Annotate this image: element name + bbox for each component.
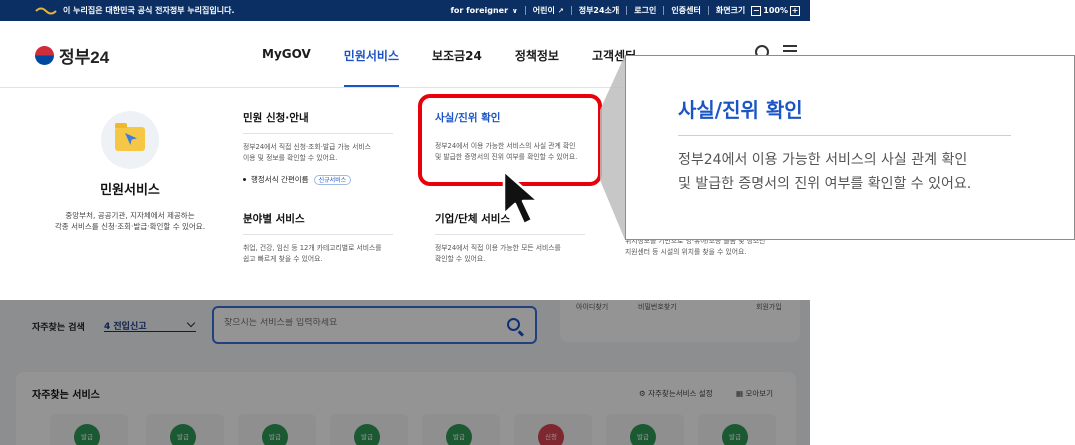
folder-icon (101, 111, 159, 169)
gov-banner: 이 누리집은 대한민국 공식 전자정부 누리집입니다. for foreigne… (0, 0, 810, 21)
callout-desc-line: 정부24에서 이용 가능한 서비스의 사실 관계 확인 (678, 152, 968, 168)
desc-line: 이용 및 정보를 확인할 수 있어요. (243, 154, 338, 162)
menu-col-description: 취업, 건강, 임신 등 12개 카테고리별로 서비스를 쉽고 빠르게 찾을 수… (243, 243, 408, 265)
menu-col-apply[interactable]: 민원 신청·안내 정부24에서 직접 신청·조회·발급 가능 서비스 이용 및 … (243, 110, 408, 185)
main-nav: MyGOV 민원서비스 보조금24 정책정보 고객센터 (262, 21, 669, 87)
menu-col-title[interactable]: 분야별 서비스 (243, 211, 393, 235)
bullet-icon (243, 178, 246, 181)
nav-civil-service[interactable]: 민원서비스 (343, 21, 400, 87)
chevron-down-icon: ∨ (512, 6, 518, 15)
desc-line: 정부24에서 직접 신청·조회·발급 가능 서비스 (243, 143, 371, 151)
utility-links: for foreigner ∨ 어린이 ↗ 정부24소개 로그인 인증센터 화면… (450, 0, 802, 21)
callout-description: 정부24에서 이용 가능한 서비스의 사실 관계 확인 및 발급한 증명서의 진… (678, 148, 1058, 196)
new-service-badge: 신규서비스 (313, 174, 352, 185)
nav-policy[interactable]: 정책정보 (515, 21, 559, 87)
desc-line: 취업, 건강, 임신 등 12개 카테고리별로 서비스를 (243, 244, 382, 252)
menu-col-category[interactable]: 분야별 서비스 취업, 건강, 임신 등 12개 카테고리별로 서비스를 쉽고 … (243, 211, 408, 265)
desc-line: 쉽고 빠르게 찾을 수 있어요. (243, 255, 323, 263)
form-link[interactable]: 행정서식 간편이름 신규서비스 (243, 174, 408, 185)
intro-desc-line: 중앙부처, 공공기관, 지자체에서 제공하는 (65, 211, 195, 220)
desc-line: 정부24에서 직접 이용 가능한 모든 서비스를 (435, 244, 561, 252)
auth-center-link[interactable]: 인증센터 (671, 5, 700, 16)
form-link-label: 행정서식 간편이름 (251, 175, 309, 184)
callout-divider (678, 135, 1011, 136)
menu-col-description: 정부24에서 직접 이용 가능한 모든 서비스를 확인할 수 있어요. (435, 243, 600, 265)
divider (570, 6, 572, 15)
page: 이 누리집은 대한민국 공식 전자정부 누리집입니다. for foreigne… (0, 0, 1075, 445)
gov-mark-icon (35, 7, 57, 14)
divider (707, 6, 709, 15)
kids-link[interactable]: 어린이 (533, 5, 555, 16)
menu-col-description: 정부24에서 직접 신청·조회·발급 가능 서비스 이용 및 정보를 확인할 수… (243, 142, 408, 164)
external-link-icon: ↗ (557, 6, 564, 15)
mouse-cursor-icon (502, 169, 540, 226)
brand-logo[interactable]: 정부24 (35, 43, 109, 68)
dim-overlay (0, 300, 810, 445)
desc-line: 지원센터 등 시설의 위치를 찾을 수 있어요. (625, 248, 747, 256)
desc-line: 확인할 수 있어요. (435, 255, 486, 263)
zoom-callout: 사실/진위 확인 정부24에서 이용 가능한 서비스의 사실 관계 확인 및 발… (625, 55, 1075, 240)
mega-intro: 민원서비스 중앙부처, 공공기관, 지자체에서 제공하는 각종 서비스를 신청·… (40, 108, 220, 232)
nav-subsidy[interactable]: 보조금24 (432, 21, 482, 87)
divider (626, 6, 628, 15)
brand-name: 정부24 (59, 48, 110, 67)
intro-desc-line: 각종 서비스를 신청·조회·발급·확인할 수 있어요. (54, 222, 206, 231)
screen-size-label: 화면크기 (715, 6, 746, 15)
nav-mygov[interactable]: MyGOV (262, 21, 311, 87)
about-link[interactable]: 정부24소개 (579, 5, 620, 16)
gov-notice: 이 누리집은 대한민국 공식 전자정부 누리집입니다. (63, 6, 235, 15)
zoom-in-button[interactable]: + (790, 5, 800, 16)
zoom-level: 100% (763, 6, 788, 15)
callout-desc-line: 및 발급한 증명서의 진위 여부를 확인할 수 있어요. (678, 176, 972, 192)
foreigner-link[interactable]: for foreigner (450, 6, 508, 15)
callout-title: 사실/진위 확인 (678, 98, 803, 122)
divider (663, 6, 665, 15)
menu-col-title[interactable]: 민원 신청·안내 (243, 110, 393, 134)
zoom-out-button[interactable]: − (751, 5, 762, 16)
taegeuk-icon (35, 46, 54, 65)
intro-description: 중앙부처, 공공기관, 지자체에서 제공하는 각종 서비스를 신청·조회·발급·… (40, 210, 220, 232)
divider (524, 6, 526, 15)
login-link[interactable]: 로그인 (634, 5, 656, 16)
intro-title: 민원서비스 (100, 183, 160, 198)
